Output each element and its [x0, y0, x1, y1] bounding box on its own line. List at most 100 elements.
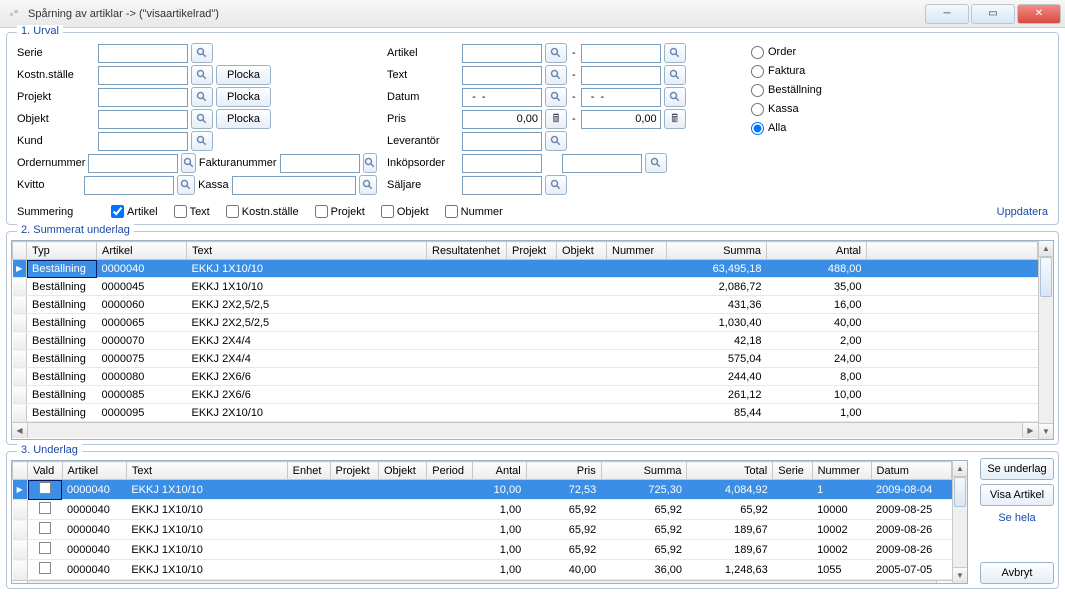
col-artikel[interactable]: Artikel — [62, 462, 126, 480]
kostn-stalle-lookup-button[interactable] — [191, 65, 213, 85]
inkopsorder-input[interactable] — [462, 154, 542, 173]
table-row[interactable]: 0000040 EKKJ 1X10/10 1,00 65,92 65,92 65… — [13, 500, 952, 520]
vald-checkbox[interactable] — [28, 560, 63, 580]
text-to-lookup-button[interactable] — [664, 65, 686, 85]
inkopsorder-lookup-button[interactable] — [645, 153, 667, 173]
col-serie[interactable]: Serie — [773, 462, 812, 480]
pris-to-calc-button[interactable]: 🖩 — [664, 109, 686, 129]
fakturanummer-input[interactable] — [280, 154, 360, 173]
saljare-input[interactable] — [462, 176, 542, 195]
artikel-to-input[interactable] — [581, 44, 661, 63]
col-antal[interactable]: Antal — [473, 462, 527, 480]
summerat-table[interactable]: Typ Artikel Text Resultatenhet Projekt O… — [12, 241, 1038, 422]
scroll-left-icon[interactable]: ◀ — [12, 423, 28, 438]
avbryt-button[interactable]: Avbryt — [980, 562, 1054, 584]
table-row[interactable]: ▶ Beställning 0000040 EKKJ 1X10/10 63,49… — [13, 260, 1038, 278]
table-row[interactable]: 0000040 EKKJ 1X10/10 1,00 65,92 65,92 18… — [13, 520, 952, 540]
leverantor-input[interactable] — [462, 132, 542, 151]
col-summa[interactable]: Summa — [667, 242, 767, 260]
projekt-input[interactable] — [98, 88, 188, 107]
ordernummer-lookup-button[interactable] — [181, 153, 195, 173]
text-from-lookup-button[interactable] — [545, 65, 567, 85]
table-row[interactable]: Beställning 0000085 EKKJ 2X6/6 261,12 10… — [13, 386, 1038, 404]
summering-text-checkbox[interactable]: Text — [174, 205, 210, 218]
col-typ[interactable]: Typ — [27, 242, 97, 260]
col-resultatenhet[interactable]: Resultatenhet — [427, 242, 507, 260]
table-row[interactable]: Beställning 0000065 EKKJ 2X2,5/2,5 1,030… — [13, 314, 1038, 332]
vald-checkbox[interactable] — [28, 540, 63, 560]
datum-from-input[interactable] — [462, 88, 542, 107]
scroll-right-icon[interactable]: ▶ — [1022, 423, 1038, 438]
vald-checkbox[interactable] — [28, 520, 63, 540]
datum-to-calendar-button[interactable] — [664, 87, 686, 107]
pris-from-calc-button[interactable]: 🖩 — [545, 109, 567, 129]
objekt-lookup-button[interactable] — [191, 109, 213, 129]
col-pris[interactable]: Pris — [526, 462, 601, 480]
kassa-lookup-button[interactable] — [359, 175, 377, 195]
radio-alla[interactable]: Alla — [751, 119, 1048, 137]
kund-input[interactable] — [98, 132, 188, 151]
objekt-input[interactable] — [98, 110, 188, 129]
artikel-to-lookup-button[interactable] — [664, 43, 686, 63]
col-projekt[interactable]: Projekt — [330, 462, 379, 480]
kostn-stalle-input[interactable] — [98, 66, 188, 85]
table-row[interactable]: 0000040 EKKJ 1X10/10 1,00 40,00 36,00 1,… — [13, 560, 952, 580]
col-antal[interactable]: Antal — [767, 242, 867, 260]
summering-nummer-checkbox[interactable]: Nummer — [445, 205, 503, 218]
datum-from-calendar-button[interactable] — [545, 87, 567, 107]
col-nummer[interactable]: Nummer — [607, 242, 667, 260]
artikel-from-lookup-button[interactable] — [545, 43, 567, 63]
h-scrollbar[interactable]: ◀ ▶ — [12, 580, 952, 584]
summering-objekt-checkbox[interactable]: Objekt — [381, 205, 429, 218]
pris-from-input[interactable] — [462, 110, 542, 129]
col-nummer[interactable]: Nummer — [812, 462, 871, 480]
col-text[interactable]: Text — [126, 462, 287, 480]
scroll-down-icon[interactable]: ▼ — [1039, 423, 1053, 439]
kostn-stalle-plocka-button[interactable]: Plocka — [216, 65, 271, 85]
scroll-left-icon[interactable]: ◀ — [12, 581, 28, 584]
col-datum[interactable]: Datum — [871, 462, 951, 480]
pris-to-input[interactable] — [581, 110, 661, 129]
close-button[interactable]: ✕ — [1017, 4, 1061, 24]
vald-checkbox[interactable] — [28, 500, 63, 520]
table-row[interactable]: Beställning 0000075 EKKJ 2X4/4 575,04 24… — [13, 350, 1038, 368]
col-artikel[interactable]: Artikel — [97, 242, 187, 260]
col-vald[interactable]: Vald — [28, 462, 63, 480]
col-period[interactable]: Period — [427, 462, 473, 480]
visa-artikel-button[interactable]: Visa Artikel — [980, 484, 1054, 506]
serie-lookup-button[interactable] — [191, 43, 213, 63]
underlag-table[interactable]: Vald Artikel Text Enhet Projekt Objekt P… — [12, 461, 952, 580]
table-row[interactable]: Beställning 0000070 EKKJ 2X4/4 42,18 2,0… — [13, 332, 1038, 350]
table-row[interactable]: Beställning 0000060 EKKJ 2X2,5/2,5 431,3… — [13, 296, 1038, 314]
serie-input[interactable] — [98, 44, 188, 63]
scroll-down-icon[interactable]: ▼ — [953, 567, 967, 583]
scroll-up-icon[interactable]: ▲ — [1039, 241, 1053, 257]
v-scrollbar[interactable]: ▲ ▼ — [1038, 240, 1054, 440]
radio-faktura[interactable]: Faktura — [751, 62, 1048, 80]
artikel-from-input[interactable] — [462, 44, 542, 63]
maximize-button[interactable]: ▭ — [971, 4, 1015, 24]
ordernummer-input[interactable] — [88, 154, 178, 173]
kvitto-input[interactable] — [84, 176, 174, 195]
scroll-right-icon[interactable]: ▶ — [936, 581, 952, 584]
projekt-plocka-button[interactable]: Plocka — [216, 87, 271, 107]
col-text[interactable]: Text — [187, 242, 427, 260]
radio-bestallning[interactable]: Beställning — [751, 81, 1048, 99]
kassa-input[interactable] — [232, 176, 356, 195]
col-summa[interactable]: Summa — [601, 462, 687, 480]
scrollbar-thumb[interactable] — [1040, 257, 1052, 297]
table-row[interactable]: Beställning 0000095 EKKJ 2X10/10 85,44 1… — [13, 404, 1038, 422]
se-underlag-button[interactable]: Se underlag — [980, 458, 1054, 480]
col-objekt[interactable]: Objekt — [557, 242, 607, 260]
scrollbar-thumb[interactable] — [954, 477, 966, 507]
uppdatera-link[interactable]: Uppdatera — [997, 206, 1048, 218]
summering-artikel-checkbox[interactable]: Artikel — [111, 205, 158, 218]
radio-order[interactable]: Order — [751, 43, 1048, 61]
summering-kostn-stalle-checkbox[interactable]: Kostn.ställe — [226, 205, 299, 218]
text-from-input[interactable] — [462, 66, 542, 85]
projekt-lookup-button[interactable] — [191, 87, 213, 107]
kvitto-lookup-button[interactable] — [177, 175, 195, 195]
fakturanummer-lookup-button[interactable] — [363, 153, 377, 173]
summering-projekt-checkbox[interactable]: Projekt — [315, 205, 365, 218]
datum-to-input[interactable] — [581, 88, 661, 107]
